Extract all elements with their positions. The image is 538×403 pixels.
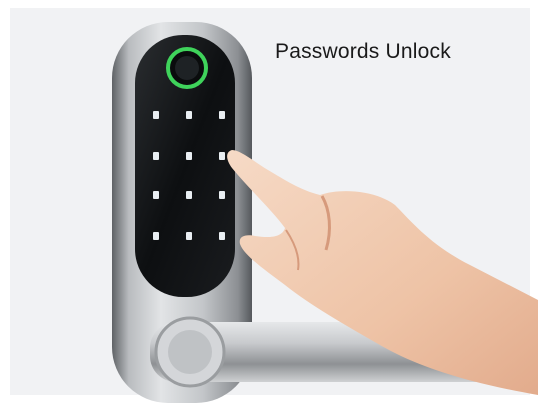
- caption-text: Passwords Unlock: [275, 40, 451, 63]
- keypad-key: [219, 152, 225, 160]
- keypad-key: [186, 191, 192, 199]
- keypad-key: [153, 191, 159, 199]
- keypad-key: [219, 191, 225, 199]
- keypad-key: [219, 232, 225, 240]
- keypad-key: [153, 152, 159, 160]
- product-photo: [0, 0, 538, 403]
- keypad-key: [219, 111, 225, 119]
- fingerprint-sensor: [166, 47, 208, 89]
- keypad-key: [153, 111, 159, 119]
- keypad-key: [153, 232, 159, 240]
- keypad-key: [186, 232, 192, 240]
- keypad-key: [186, 111, 192, 119]
- keypad-key: [186, 152, 192, 160]
